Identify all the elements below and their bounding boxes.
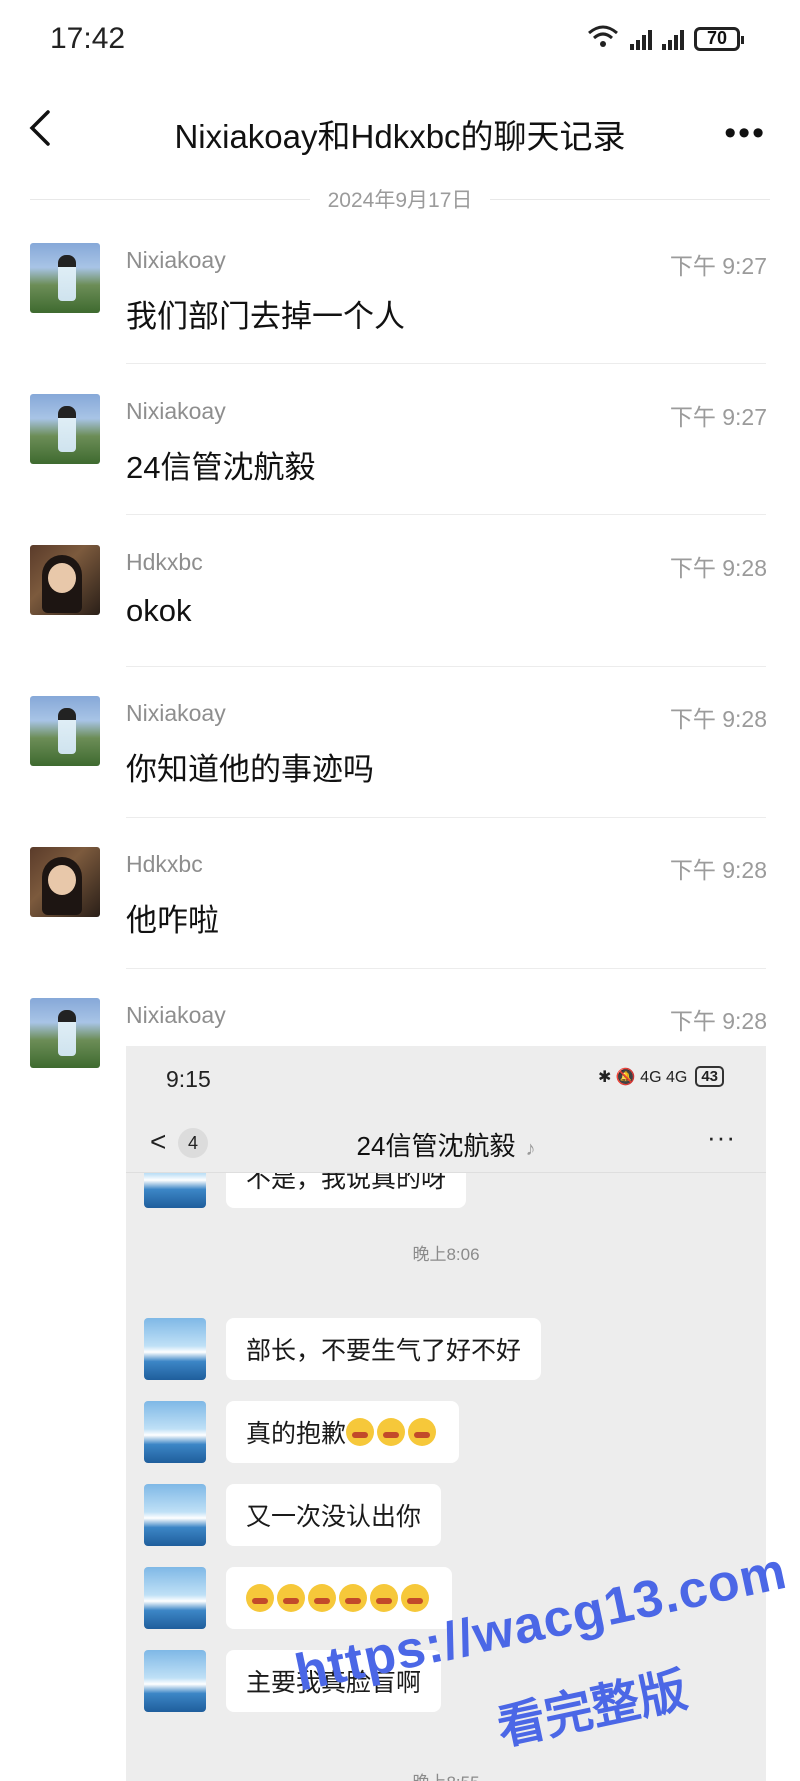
crying-emoji-icon (246, 1584, 274, 1612)
divider (126, 666, 766, 667)
sender-name: Hdkxbc (126, 851, 203, 877)
embedded-avatar (144, 1318, 206, 1380)
divider (126, 514, 766, 515)
embedded-bubble: 又一次没认出你 (226, 1484, 442, 1546)
crying-emoji-icon (277, 1584, 305, 1612)
avatar[interactable] (30, 394, 100, 464)
embedded-bubble: 真的抱歉 (226, 1401, 460, 1463)
sender-name: Nixiakoay (126, 1002, 226, 1028)
avatar[interactable] (30, 847, 100, 917)
message-item[interactable]: Hdkxbc 下午 9:28 okok (0, 545, 800, 667)
crying-emoji-icon (339, 1584, 367, 1612)
crying-emoji-icon (346, 1418, 375, 1446)
message-item[interactable]: Nixiakoay 下午 9:27 我们部门去掉一个人 (0, 243, 800, 364)
divider (126, 817, 766, 818)
crying-emoji-icon (370, 1584, 398, 1612)
chat-history-header: Nixiakoay和Hdkxbc的聊天记录 ••• (0, 84, 800, 174)
message-time: 下午 9:28 (669, 706, 767, 732)
more-options-icon[interactable]: ••• (724, 114, 766, 153)
message-text: 我们部门去掉一个人 (126, 299, 405, 334)
sender-name: Hdkxbc (126, 549, 203, 575)
message-time: 下午 9:28 (669, 1008, 767, 1034)
message-time: 下午 9:27 (669, 253, 767, 279)
message-item[interactable]: Nixiakoay 下午 9:28 你知道他的事迹吗 (0, 696, 800, 818)
message-item[interactable]: Hdkxbc 下午 9:28 他咋啦 (0, 847, 800, 969)
embedded-bubble: 部长，不要生气了好不好 (226, 1318, 542, 1380)
avatar[interactable] (30, 998, 100, 1068)
sender-name: Nixiakoay (126, 247, 226, 273)
crying-emoji-icon (377, 1418, 406, 1446)
embedded-avatar (144, 1484, 206, 1546)
embedded-avatar (144, 1401, 206, 1463)
message-text: okok (126, 593, 192, 628)
embedded-status-time-copy: 9:15 (166, 1066, 211, 1092)
sender-name: Nixiakoay (126, 700, 226, 726)
signal-icon-2 (662, 28, 684, 50)
avatar[interactable] (30, 243, 100, 313)
avatar[interactable] (30, 696, 100, 766)
crying-emoji-icon (308, 1584, 336, 1612)
battery-icon: 70 (694, 26, 744, 51)
date-label: 2024年9月17日 (327, 189, 473, 212)
message-text: 他咋啦 (126, 903, 219, 938)
embedded-status-icons-copy: ✱ 🔕 4G 4G (597, 1068, 688, 1086)
crying-emoji-icon (401, 1584, 429, 1612)
signal-icon (630, 28, 652, 50)
page-title: Nixiakoay和Hdkxbc的聊天记录 (174, 118, 626, 155)
status-bar: 17:42 70 (0, 0, 800, 84)
ear-icon: ♪ (525, 1138, 536, 1160)
embedded-time-label: 晚上8:55 (126, 1768, 766, 1781)
divider (126, 968, 766, 969)
message-text: 你知道他的事迹吗 (126, 752, 374, 787)
message-item[interactable]: Nixiakoay 下午 9:27 24信管沈航毅 (0, 394, 800, 515)
embedded-avatar (144, 1567, 206, 1629)
embedded-time-label: 晚上8:06 (412, 1245, 480, 1264)
message-time: 下午 9:27 (669, 404, 767, 430)
divider (126, 363, 766, 364)
message-time: 下午 9:28 (669, 555, 767, 581)
back-arrow-icon[interactable] (22, 106, 62, 150)
embedded-title-copy: 24信管沈航毅 (356, 1131, 516, 1161)
embedded-bubble-text: 真的抱歉 (246, 1420, 347, 1448)
embedded-battery-copy: 43 (695, 1066, 724, 1087)
message-text: 24信管沈航毅 (126, 450, 316, 485)
status-time: 17:42 (50, 22, 126, 55)
embedded-avatar (144, 1650, 206, 1712)
divider (490, 198, 771, 200)
wifi-icon (586, 24, 620, 53)
divider (30, 198, 310, 200)
embedded-more-icon-copy: ··· (707, 1122, 736, 1152)
date-separator: 2024年9月17日 (30, 184, 771, 214)
avatar[interactable] (30, 545, 100, 615)
sender-name: Nixiakoay (126, 398, 226, 424)
crying-emoji-icon (408, 1418, 437, 1446)
message-time: 下午 9:28 (669, 857, 767, 883)
